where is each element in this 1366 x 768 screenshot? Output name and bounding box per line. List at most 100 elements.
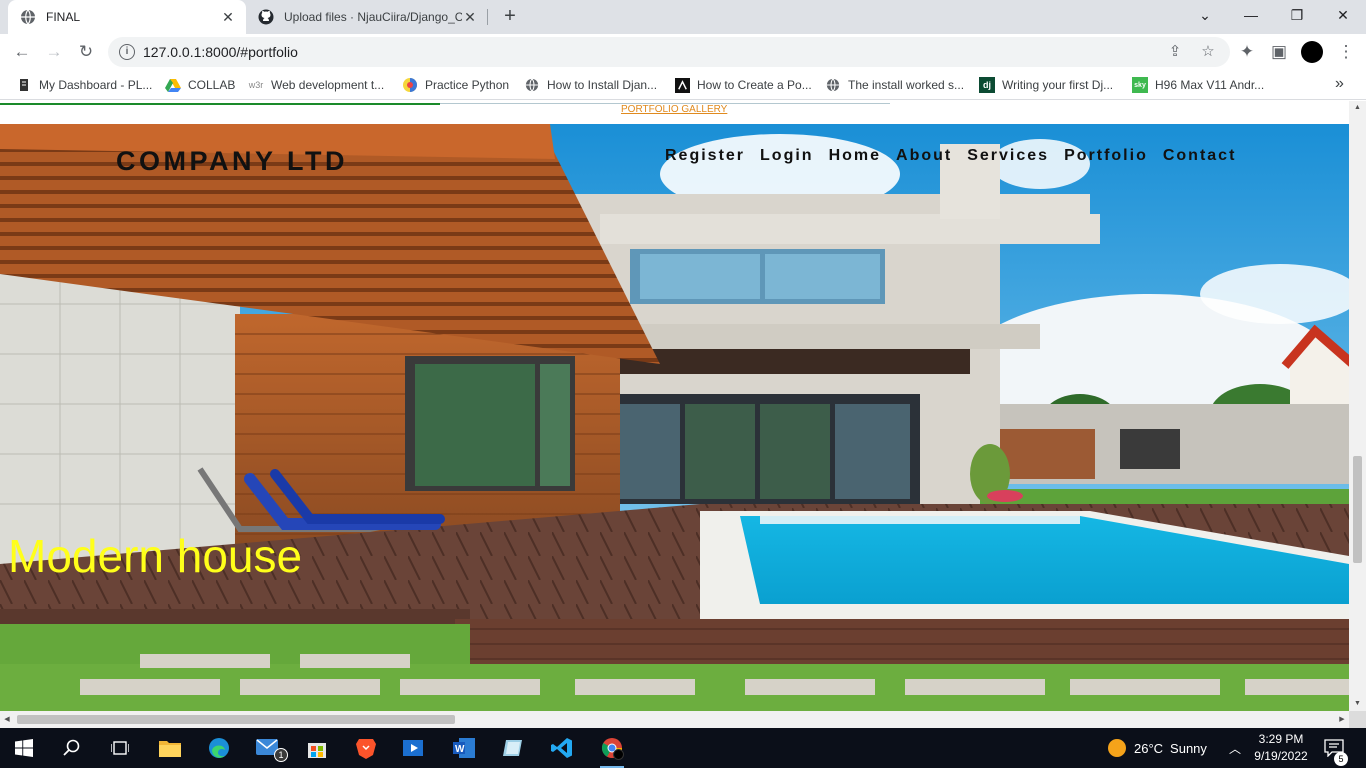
site-info-icon[interactable]: i	[119, 44, 135, 60]
browser-toolbar: ← → ↻ i 127.0.0.1:8000/#portfolio ⇪ ☆ ✦ …	[0, 34, 1366, 70]
file-explorer-icon[interactable]	[156, 734, 184, 762]
share-icon[interactable]: ⇪	[1164, 41, 1186, 63]
globe-icon	[524, 77, 540, 93]
restore-button[interactable]: ❐	[1274, 0, 1320, 30]
more-bookmarks-icon[interactable]: »	[1335, 75, 1344, 93]
scrollbar-corner	[1349, 711, 1366, 728]
nav-login[interactable]: Login	[760, 147, 814, 165]
scrollbar-thumb[interactable]	[17, 715, 455, 724]
nav-portfolio[interactable]: Portfolio	[1064, 147, 1148, 165]
bookmark-label: How to Create a Po...	[697, 78, 812, 92]
vscode-icon[interactable]	[548, 734, 576, 762]
tab-search-icon[interactable]: ⌄	[1182, 0, 1228, 30]
close-tab-icon[interactable]: ✕	[220, 9, 236, 26]
tab-strip: FINAL ✕ Upload files · NjauCiira/Django_…	[0, 0, 1366, 34]
notification-count: 5	[1334, 752, 1348, 766]
close-tab-icon[interactable]: ✕	[462, 9, 478, 26]
weather-temp: 26°C	[1134, 740, 1164, 756]
reload-button[interactable]: ↻	[73, 39, 99, 65]
bookmark-item[interactable]: sky H96 Max V11 Andr...	[1132, 76, 1264, 94]
notifications-icon[interactable]: 5	[1324, 728, 1348, 768]
edge-icon[interactable]	[205, 734, 233, 762]
django-icon: dj	[979, 77, 995, 93]
close-window-button[interactable]: ✕	[1320, 0, 1366, 30]
tab-separator	[487, 9, 488, 25]
brave-icon[interactable]	[352, 734, 380, 762]
forward-button[interactable]: →	[41, 39, 67, 65]
new-tab-button[interactable]: +	[498, 5, 522, 29]
bookmark-label: The install worked s...	[848, 78, 965, 92]
bookmark-item[interactable]: The install worked s...	[825, 76, 964, 94]
bookmark-item[interactable]: How to Install Djan...	[524, 76, 657, 94]
nav-register[interactable]: Register	[665, 147, 745, 165]
clock-time: 3:29 PM	[1258, 732, 1304, 746]
back-button[interactable]: ←	[9, 39, 35, 65]
search-icon[interactable]	[58, 734, 86, 762]
nav-services[interactable]: Services	[967, 147, 1049, 165]
sun-icon	[1108, 739, 1126, 757]
shop-icon: sky	[1132, 77, 1148, 93]
github-icon	[258, 9, 274, 25]
weather-widget[interactable]: 26°C Sunny	[1108, 728, 1207, 768]
menu-icon[interactable]: ⋮	[1333, 39, 1359, 65]
chrome-icon[interactable]	[598, 734, 626, 768]
bookmark-item[interactable]: COLLAB	[165, 76, 235, 94]
tab-upload-files[interactable]: Upload files · NjauCiira/Django_C ✕	[248, 0, 488, 34]
bookmark-label: My Dashboard - PL...	[39, 78, 153, 92]
scroll-left-icon[interactable]: ◀	[0, 711, 14, 728]
nav-home[interactable]: Home	[829, 147, 881, 165]
word-icon[interactable]: W	[450, 734, 478, 762]
bookmark-label: Web development t...	[271, 78, 385, 92]
horizontal-scrollbar[interactable]: ◀ ▶	[0, 711, 1349, 728]
hero-section: COMPANY LTD Register Login Home About Se…	[0, 124, 1349, 711]
tab-title: Upload files · NjauCiira/Django_C	[284, 10, 462, 24]
scroll-right-icon[interactable]: ▶	[1335, 711, 1349, 728]
minimize-button[interactable]: —	[1228, 0, 1274, 30]
bookmarks-bar: My Dashboard - PL... COLLAB w3r Web deve…	[0, 70, 1366, 100]
mail-icon[interactable]: 1	[254, 734, 288, 762]
store-icon[interactable]	[303, 734, 331, 762]
bookmark-item[interactable]: Practice Python	[402, 76, 509, 94]
bookmark-item[interactable]: dj Writing your first Dj...	[979, 76, 1113, 94]
app-icon[interactable]	[499, 734, 527, 762]
scroll-up-icon[interactable]: ▲	[1349, 101, 1366, 115]
task-view-icon[interactable]	[106, 734, 134, 762]
portfolio-gallery-link[interactable]: PORTFOLIO GALLERY	[621, 104, 727, 115]
vertical-scrollbar[interactable]: ▲ ▼	[1349, 101, 1366, 711]
scrollbar-thumb[interactable]	[1353, 456, 1362, 563]
media-player-icon[interactable]	[401, 734, 429, 762]
page-viewport: PORTFOLIO GALLERY COMPANY LTD Register L…	[0, 101, 1349, 711]
w3schools-icon: w3r	[248, 80, 264, 90]
google-drive-icon	[165, 77, 181, 93]
bookmark-label: How to Install Djan...	[547, 78, 658, 92]
accent-line	[0, 103, 440, 105]
profile-badge	[613, 749, 624, 760]
bookmark-item[interactable]: My Dashboard - PL...	[16, 76, 152, 94]
brand-logo[interactable]: COMPANY LTD	[116, 146, 348, 177]
show-hidden-icons-icon[interactable]: ︿	[1229, 728, 1241, 768]
clock[interactable]: 3:29 PM 9/19/2022	[1246, 731, 1316, 765]
bookmark-item[interactable]: w3r Web development t...	[248, 76, 384, 94]
svg-text:W: W	[455, 744, 465, 755]
tab-final[interactable]: FINAL ✕	[8, 0, 246, 34]
profile-avatar[interactable]	[1301, 41, 1323, 63]
start-icon[interactable]	[10, 734, 38, 762]
url-text[interactable]: 127.0.0.1:8000/#portfolio	[143, 44, 298, 60]
windows-taskbar: 1 W 26°C Sunny ︿ 3:29 PM 9/19/2022 5	[0, 728, 1366, 768]
side-panel-icon[interactable]: ▣	[1266, 39, 1292, 65]
nav-contact[interactable]: Contact	[1163, 147, 1237, 165]
extensions-icon[interactable]: ✦	[1234, 39, 1260, 65]
tab-title: FINAL	[46, 10, 81, 24]
hero-title: Modern house	[8, 530, 303, 582]
bookmark-label: COLLAB	[188, 78, 236, 92]
weather-condition: Sunny	[1170, 740, 1207, 756]
scroll-down-icon[interactable]: ▼	[1349, 697, 1366, 711]
bookmark-item[interactable]: How to Create a Po...	[674, 76, 812, 94]
address-bar[interactable]: i 127.0.0.1:8000/#portfolio ⇪ ☆	[108, 37, 1230, 67]
bookmark-star-icon[interactable]: ☆	[1197, 41, 1219, 63]
hero-image	[0, 124, 1349, 711]
bookmark-label: Practice Python	[425, 78, 510, 92]
practice-python-icon	[402, 77, 418, 93]
mail-badge: 1	[274, 748, 288, 762]
nav-about[interactable]: About	[896, 147, 952, 165]
